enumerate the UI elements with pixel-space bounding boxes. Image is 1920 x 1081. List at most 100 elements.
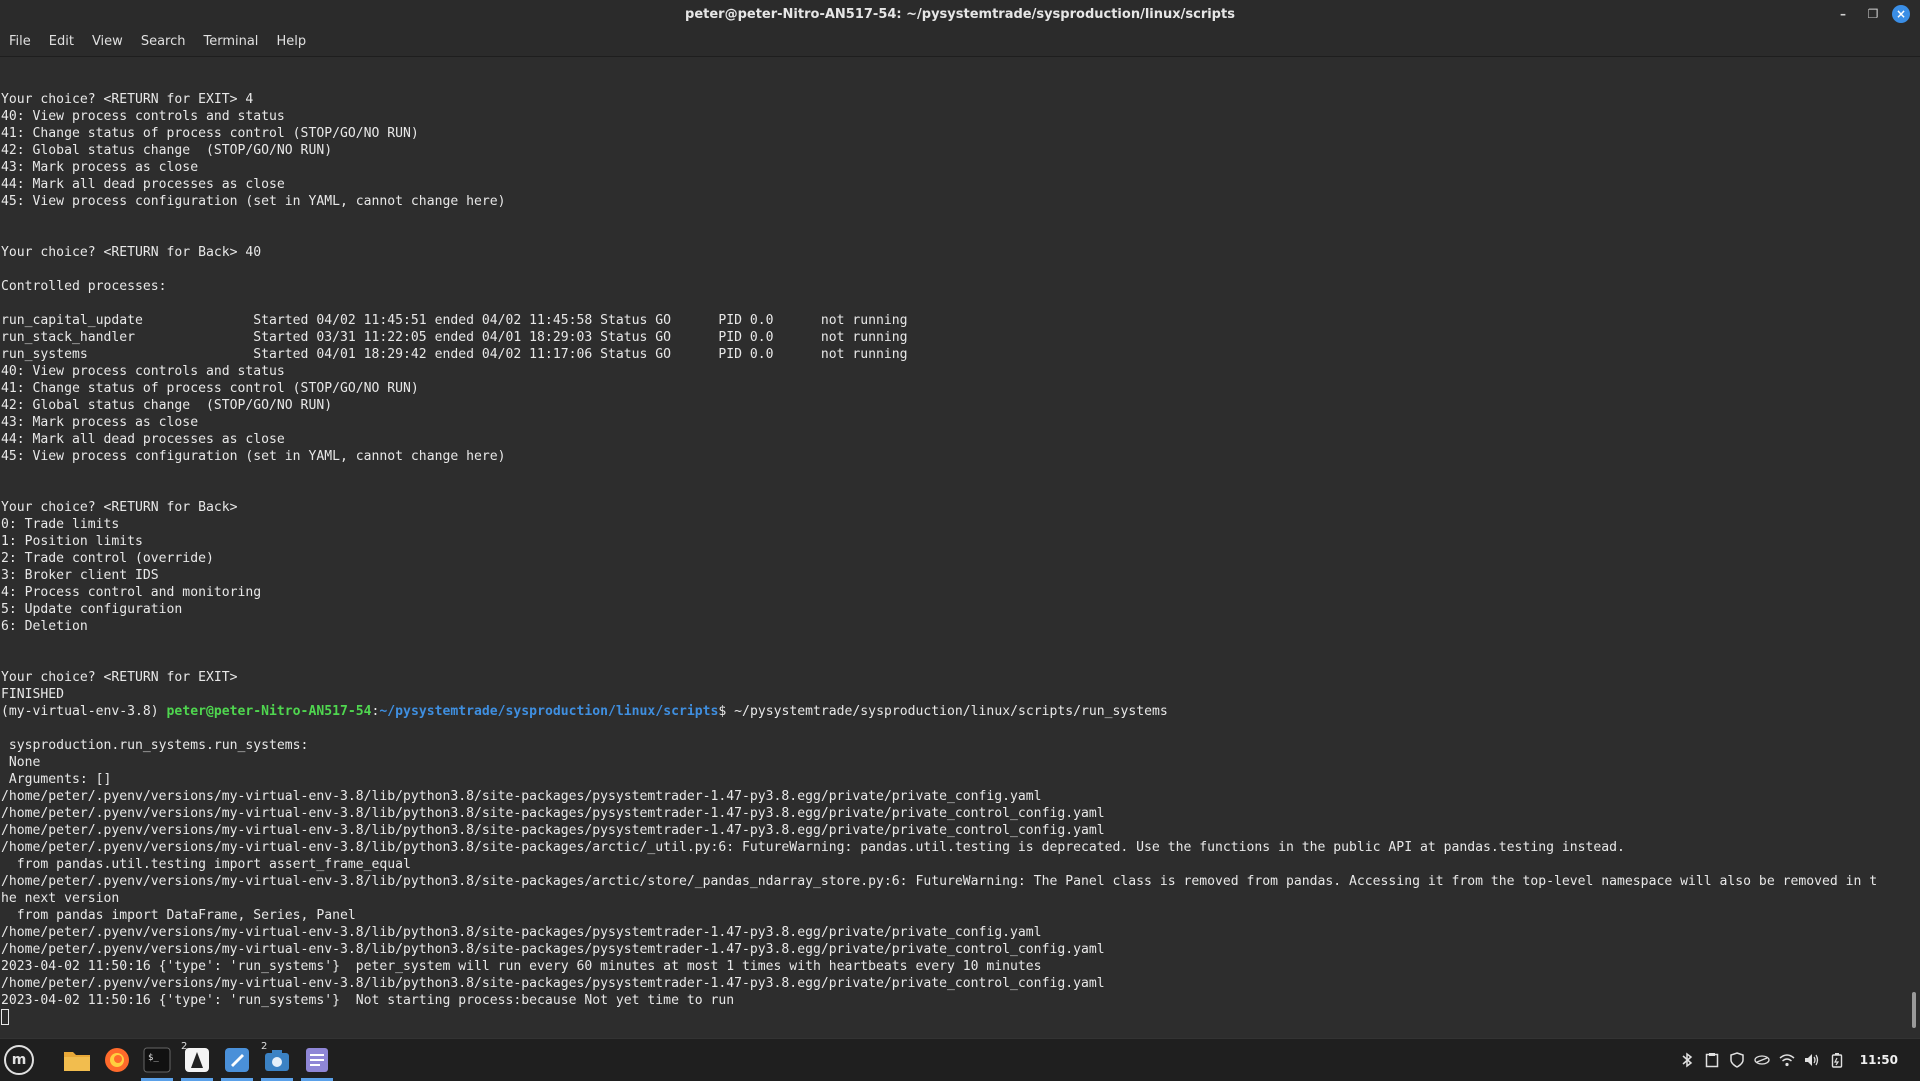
terminal-line: /home/peter/.pyenv/versions/my-virtual-e…	[1, 925, 1042, 940]
terminal-launcher[interactable]: $_	[138, 1039, 176, 1081]
title-bar[interactable]: peter@peter-Nitro-AN517-54: ~/pysystemtr…	[0, 0, 1920, 28]
terminal-line: FINISHED	[1, 687, 65, 702]
terminal-line: 0: Trade limits	[1, 517, 120, 532]
svg-text:$_: $_	[148, 1053, 159, 1063]
terminal-line: 44: Mark all dead processes as close	[1, 432, 285, 447]
menu-view[interactable]: View	[83, 28, 132, 56]
terminal-line: 3: Broker client IDS	[1, 568, 159, 583]
terminal-line: 42: Global status change (STOP/GO/NO RUN…	[1, 398, 333, 413]
taskbar: m $_ 2 2 11:50	[0, 1038, 1920, 1081]
terminal-line: 45: View process configuration (set in Y…	[1, 194, 506, 209]
file-manager-launcher[interactable]	[58, 1039, 96, 1081]
window-count-badge: 2	[181, 1041, 188, 1052]
menu-help[interactable]: Help	[267, 28, 315, 56]
text-cursor	[1, 1009, 9, 1025]
terminal-line: 45: View process configuration (set in Y…	[1, 449, 506, 464]
menu-terminal[interactable]: Terminal	[194, 28, 267, 56]
menu-search[interactable]: Search	[132, 28, 195, 56]
clock[interactable]: 11:50	[1860, 1053, 1898, 1067]
terminal-line: Arguments: []	[1, 772, 112, 787]
inkscape-launcher[interactable]: 2	[178, 1039, 216, 1081]
shield-icon[interactable]	[1729, 1052, 1745, 1068]
terminal-line: 4: Process control and monitoring	[1, 585, 262, 600]
text-editor-launcher[interactable]	[218, 1039, 256, 1081]
terminal-line: 41: Change status of process control (ST…	[1, 381, 419, 396]
terminal-line: 43: Mark process as close	[1, 415, 199, 430]
terminal-line: /home/peter/.pyenv/versions/my-virtual-e…	[1, 976, 1105, 991]
terminal-line: Your choice? <RETURN for Back> 40	[1, 245, 262, 260]
terminal-line: run_systems Started 04/01 18:29:42 ended…	[1, 347, 908, 362]
terminal-line: 40: View process controls and status	[1, 364, 285, 379]
terminal-line: he next version	[1, 891, 120, 906]
firefox-icon	[105, 1048, 129, 1072]
close-button[interactable]: ×	[1892, 5, 1910, 23]
power-icon[interactable]	[1829, 1052, 1845, 1068]
terminal-line: from pandas import DataFrame, Series, Pa…	[1, 908, 356, 923]
terminal-line: Your choice? <RETURN for EXIT>	[1, 670, 238, 685]
notes-icon	[306, 1048, 328, 1072]
terminal-line: /home/peter/.pyenv/versions/my-virtual-e…	[1, 823, 1105, 838]
terminal-line: 2023-04-02 11:50:16 {'type': 'run_system…	[1, 959, 1042, 974]
terminal-line: 41: Change status of process control (ST…	[1, 126, 419, 141]
terminal-line: sysproduction.run_systems.run_systems:	[1, 738, 309, 753]
terminal-line: 43: Mark process as close	[1, 160, 199, 175]
terminal-line: 2: Trade control (override)	[1, 551, 214, 566]
menu-edit[interactable]: Edit	[40, 28, 83, 56]
terminal-line: run_capital_update Started 04/02 11:45:5…	[1, 313, 908, 328]
prompt-user-host: peter@peter-Nitro-AN517-54	[166, 704, 372, 719]
scrollbar-thumb[interactable]	[1912, 992, 1916, 1028]
window-controls: – ❐ ×	[1832, 4, 1910, 24]
terminal-line: /home/peter/.pyenv/versions/my-virtual-e…	[1, 789, 1042, 804]
menu-file[interactable]: File	[0, 28, 40, 56]
terminal-window: peter@peter-Nitro-AN517-54: ~/pysystemtr…	[0, 0, 1920, 1038]
bluetooth-icon[interactable]	[1679, 1052, 1695, 1068]
terminal-line: /home/peter/.pyenv/versions/my-virtual-e…	[1, 840, 1625, 855]
network-vpn-icon[interactable]	[1754, 1052, 1770, 1068]
terminal-line: 5: Update configuration	[1, 602, 183, 617]
screenshot-launcher[interactable]: 2	[258, 1039, 296, 1081]
firefox-launcher[interactable]	[98, 1039, 136, 1081]
terminal-line: 6: Deletion	[1, 619, 88, 634]
terminal-line: 40: View process controls and status	[1, 109, 285, 124]
terminal-line: from pandas.util.testing import assert_f…	[1, 857, 411, 872]
terminal-line: Your choice? <RETURN for EXIT> 4	[1, 92, 254, 107]
minimize-button[interactable]: –	[1832, 4, 1854, 24]
cursor-line	[1, 1009, 1877, 1026]
terminal-line: Your choice? <RETURN for Back>	[1, 500, 238, 515]
prompt-env: (my-virtual-env-3.8)	[1, 704, 167, 719]
volume-icon[interactable]	[1804, 1052, 1820, 1068]
menu-bar: File Edit View Search Terminal Help	[0, 28, 1920, 57]
terminal-line: 1: Position limits	[1, 534, 143, 549]
terminal-text: Your choice? <RETURN for EXIT> 4 40: View…	[1, 57, 1877, 1026]
terminal-output[interactable]: Your choice? <RETURN for EXIT> 4 40: View…	[0, 57, 1900, 1038]
window-count-badge: 2	[261, 1041, 268, 1052]
prompt-command: ~/pysystemtrade/sysproduction/linux/scri…	[734, 704, 1168, 719]
maximize-button[interactable]: ❐	[1862, 4, 1884, 24]
terminal-line: 42: Global status change (STOP/GO/NO RUN…	[1, 143, 333, 158]
window-title: peter@peter-Nitro-AN517-54: ~/pysystemtr…	[685, 6, 1235, 22]
terminal-line: Controlled processes:	[1, 279, 167, 294]
terminal-scrollbar[interactable]	[1900, 57, 1920, 1038]
terminal-line: 2023-04-02 11:50:16 {'type': 'run_system…	[1, 993, 735, 1008]
wifi-icon[interactable]	[1779, 1052, 1795, 1068]
terminal-line: run_stack_handler Started 03/31 11:22:05…	[1, 330, 908, 345]
terminal-line: /home/peter/.pyenv/versions/my-virtual-e…	[1, 806, 1105, 821]
notes-launcher[interactable]	[298, 1039, 336, 1081]
terminal-line: None	[1, 755, 41, 770]
terminal-line: /home/peter/.pyenv/versions/my-virtual-e…	[1, 874, 1878, 889]
file-manager-icon	[64, 1052, 90, 1071]
clipboard-icon[interactable]	[1704, 1052, 1720, 1068]
terminal-icon: $_	[143, 1047, 171, 1073]
prompt-symbol: $	[718, 704, 735, 719]
start-menu-button[interactable]: m	[4, 1045, 34, 1075]
terminal-line: /home/peter/.pyenv/versions/my-virtual-e…	[1, 942, 1105, 957]
